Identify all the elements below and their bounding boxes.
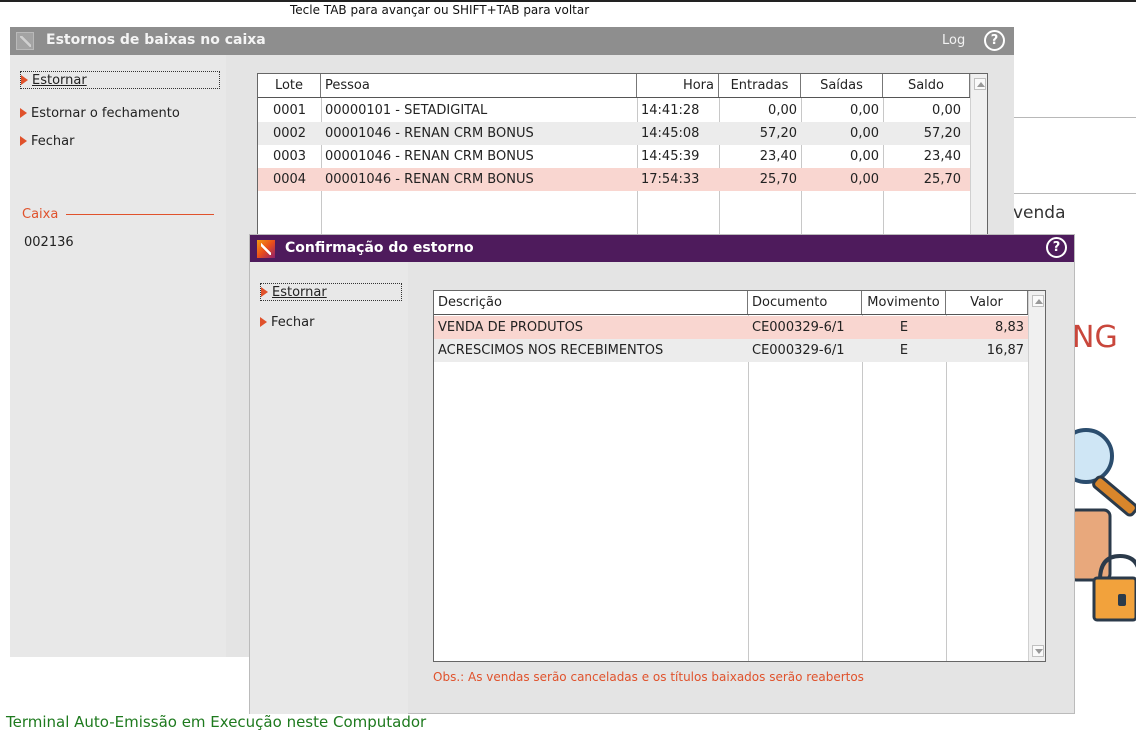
dialog-title: Confirmação do estorno <box>285 240 474 256</box>
arrow-right-icon <box>20 136 27 146</box>
top-border <box>0 0 1136 2</box>
arrow-right-icon <box>21 75 28 85</box>
cell-saidas: 0,00 <box>850 103 879 118</box>
estorno-items-grid[interactable]: Descrição Documento Movimento Valor VEND… <box>433 290 1046 662</box>
cell-movimento: E <box>899 320 909 335</box>
grid-line <box>946 315 947 661</box>
cell-saidas: 0,00 <box>850 149 879 164</box>
col-header-saldo[interactable]: Saldo <box>883 74 970 97</box>
background-text: venda <box>1013 203 1066 223</box>
col-header-movimento[interactable]: Movimento <box>862 291 946 314</box>
section-divider <box>66 214 214 215</box>
cell-entradas: 57,20 <box>759 126 797 141</box>
observation-note: Obs.: As vendas serão canceladas e os tí… <box>433 670 864 684</box>
cell-saldo: 25,70 <box>923 172 961 187</box>
cell-pessoa: 00000101 - SETADIGITAL <box>325 103 488 118</box>
cell-lote: 0003 <box>272 149 307 164</box>
cell-documento: CE000329-6/1 <box>752 343 845 358</box>
cell-pessoa: 00001046 - RENAN CRM BONUS <box>325 126 534 141</box>
grid-header: Lote Pessoa Hora Entradas Saídas Saldo <box>258 74 970 98</box>
cell-saldo: 57,20 <box>923 126 961 141</box>
cell-lote: 0004 <box>272 172 307 187</box>
col-header-valor[interactable]: Valor <box>946 291 1028 314</box>
background-heading: NG <box>1072 320 1118 355</box>
grid-line <box>748 315 749 661</box>
keyboard-hint: Tecle TAB para avançar ou SHIFT+TAB para… <box>290 3 590 17</box>
table-row[interactable]: 0001 00000101 - SETADIGITAL 14:41:28 0,0… <box>258 99 965 122</box>
app-logo-icon <box>257 240 275 258</box>
col-header-entradas[interactable]: Entradas <box>719 74 801 97</box>
arrow-right-icon <box>260 317 267 327</box>
window-title: Estornos de baixas no caixa <box>46 32 266 48</box>
dialog-menu-estornar[interactable]: Estornar <box>260 283 402 301</box>
cell-saldo: 0,00 <box>932 103 961 118</box>
col-header-lote[interactable]: Lote <box>258 74 321 97</box>
cell-lote: 0002 <box>272 126 307 141</box>
window-titlebar: Estornos de baixas no caixa Log ? <box>10 27 1014 55</box>
cell-hora: 14:45:08 <box>641 126 700 141</box>
table-row[interactable]: ACRESCIMOS NOS RECEBIMENTOS CE000329-6/1… <box>434 339 1028 362</box>
cell-valor: 8,83 <box>995 320 1024 335</box>
cell-entradas: 25,70 <box>759 172 797 187</box>
status-message: Terminal Auto-Emissão em Execução neste … <box>6 713 427 731</box>
help-icon[interactable]: ? <box>984 30 1005 51</box>
app-logo-icon <box>16 32 34 50</box>
cell-lote: 0001 <box>272 103 307 118</box>
side-menu: Estornar Estornar o fechamento Fechar Ca… <box>10 55 226 657</box>
caixa-section-header: Caixa <box>22 207 214 222</box>
scroll-up-icon[interactable] <box>1032 295 1044 307</box>
cell-valor: 16,87 <box>986 343 1024 358</box>
cell-entradas: 23,40 <box>759 149 797 164</box>
cell-hora: 17:54:33 <box>641 172 700 187</box>
col-header-descricao[interactable]: Descrição <box>434 291 748 314</box>
col-header-documento[interactable]: Documento <box>748 291 862 314</box>
cell-hora: 14:41:28 <box>641 103 700 118</box>
cell-saidas: 0,00 <box>850 172 879 187</box>
grid-line <box>862 315 863 661</box>
scroll-down-icon[interactable] <box>1032 645 1044 657</box>
help-icon[interactable]: ? <box>1046 237 1067 258</box>
cell-entradas: 0,00 <box>768 103 797 118</box>
col-header-saidas[interactable]: Saídas <box>801 74 883 97</box>
cell-documento: CE000329-6/1 <box>752 320 845 335</box>
log-button[interactable]: Log <box>942 33 965 48</box>
cell-movimento: E <box>899 343 909 358</box>
table-row[interactable]: 0003 00001046 - RENAN CRM BONUS 14:45:39… <box>258 145 965 168</box>
cell-saidas: 0,00 <box>850 126 879 141</box>
caixa-value: 002136 <box>24 235 74 250</box>
menu-estornar-fechamento[interactable]: Estornar o fechamento <box>20 104 180 122</box>
menu-fechar[interactable]: Fechar <box>20 132 74 150</box>
grid-scrollbar[interactable] <box>1028 291 1045 661</box>
arrow-right-icon <box>20 108 27 118</box>
arrow-right-icon <box>261 287 268 297</box>
table-row-selected[interactable]: VENDA DE PRODUTOS CE000329-6/1 E 8,83 <box>434 316 1028 339</box>
cell-descricao: ACRESCIMOS NOS RECEBIMENTOS <box>438 343 664 358</box>
dialog-menu-fechar[interactable]: Fechar <box>260 313 314 331</box>
col-header-pessoa[interactable]: Pessoa <box>321 74 637 97</box>
dialog-menu: Estornar Fechar <box>250 262 408 714</box>
menu-estornar[interactable]: Estornar <box>20 71 220 89</box>
background-divider <box>1014 193 1136 194</box>
grid-header: Descrição Documento Movimento Valor <box>434 291 1028 315</box>
cell-pessoa: 00001046 - RENAN CRM BONUS <box>325 172 534 187</box>
table-row-selected[interactable]: 0004 00001046 - RENAN CRM BONUS 17:54:33… <box>258 168 970 191</box>
cell-descricao: VENDA DE PRODUTOS <box>438 320 584 335</box>
cell-hora: 14:45:39 <box>641 149 700 164</box>
cell-saldo: 23,40 <box>923 149 961 164</box>
scroll-up-icon[interactable] <box>974 78 986 90</box>
confirm-dialog: Confirmação do estorno ? Estornar Fechar… <box>249 234 1075 714</box>
cell-pessoa: 00001046 - RENAN CRM BONUS <box>325 149 534 164</box>
col-header-hora[interactable]: Hora <box>637 74 719 97</box>
background-divider <box>1014 117 1136 118</box>
table-row[interactable]: 0002 00001046 - RENAN CRM BONUS 14:45:08… <box>258 122 970 145</box>
dialog-titlebar: Confirmação do estorno ? <box>250 235 1074 262</box>
